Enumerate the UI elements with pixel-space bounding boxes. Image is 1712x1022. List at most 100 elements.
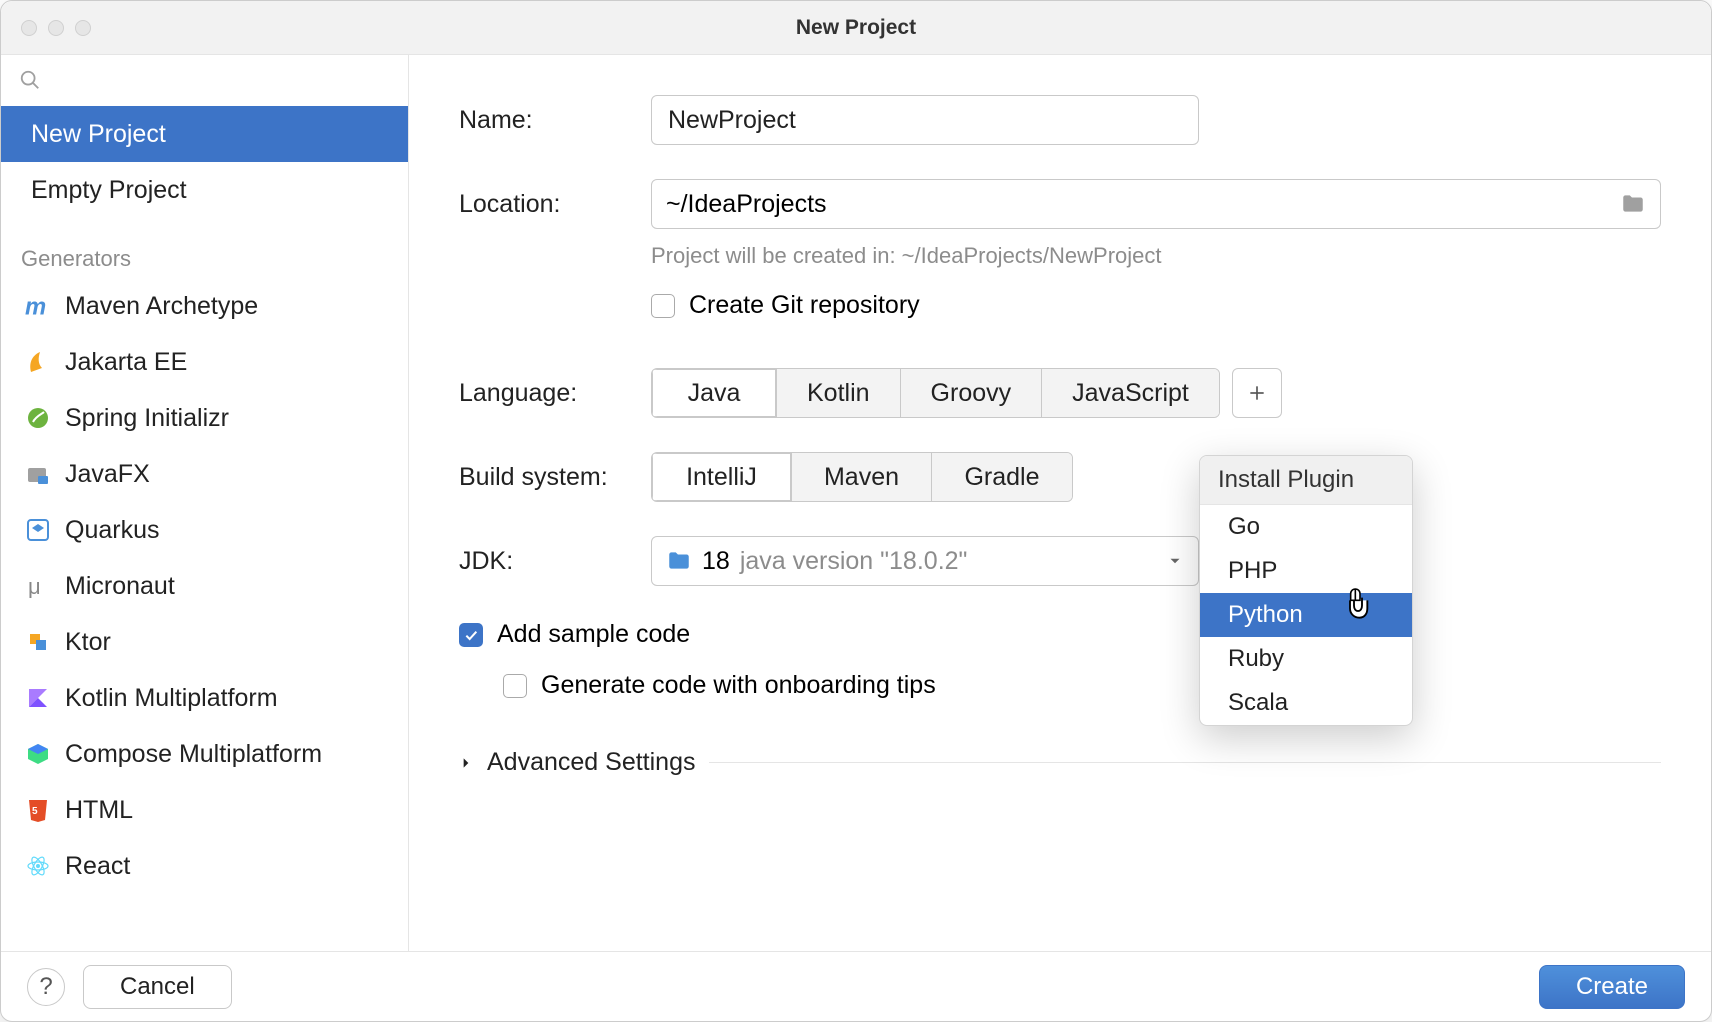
react-icon xyxy=(25,853,51,879)
generator-item-label: JavaFX xyxy=(65,460,384,489)
chevron-down-icon xyxy=(1166,552,1184,570)
generator-item-label: React xyxy=(65,852,384,881)
plugin-item-python[interactable]: Python xyxy=(1200,593,1412,637)
name-input[interactable] xyxy=(651,95,1199,145)
generator-item-label: Compose Multiplatform xyxy=(65,740,384,769)
generator-item-micronaut[interactable]: μ Micronaut xyxy=(1,558,408,614)
plugin-item-go[interactable]: Go xyxy=(1200,505,1412,549)
language-option-groovy[interactable]: Groovy xyxy=(901,369,1043,417)
main-panel: Name: Location: ~/IdeaProjects Project w… xyxy=(409,55,1711,951)
check-icon xyxy=(463,627,479,643)
generator-item-javafx[interactable]: JavaFX xyxy=(1,446,408,502)
minimize-window-button[interactable] xyxy=(48,20,64,36)
generator-item-label: Quarkus xyxy=(65,516,384,545)
build-system-row: Build system: IntelliJ Maven Gradle xyxy=(459,452,1661,502)
generator-item-maven-archetype[interactable]: m Maven Archetype xyxy=(1,278,408,334)
onboarding-tips-checkbox[interactable] xyxy=(503,674,527,698)
generator-item-label: HTML xyxy=(65,796,384,825)
advanced-settings-label: Advanced Settings xyxy=(487,748,695,777)
location-value: ~/IdeaProjects xyxy=(666,190,1620,219)
jdk-select[interactable]: 18 java version "18.0.2" xyxy=(651,536,1199,586)
onboarding-tips-label: Generate code with onboarding tips xyxy=(541,671,936,700)
divider xyxy=(709,762,1661,763)
cancel-button[interactable]: Cancel xyxy=(83,965,232,1009)
build-option-maven[interactable]: Maven xyxy=(792,453,932,501)
sidebar-item-empty-project[interactable]: Empty Project xyxy=(1,162,408,218)
kotlin-icon xyxy=(25,685,51,711)
location-hint: Project will be created in: ~/IdeaProjec… xyxy=(651,243,1661,269)
generator-item-spring-initializr[interactable]: Spring Initializr xyxy=(1,390,408,446)
window-controls xyxy=(1,20,91,36)
build-system-segmented: IntelliJ Maven Gradle xyxy=(651,452,1073,502)
create-git-label: Create Git repository xyxy=(689,291,920,320)
create-git-row[interactable]: Create Git repository xyxy=(651,291,1661,320)
install-plugin-popup: Install Plugin Go PHP Python Ruby Scala xyxy=(1199,455,1413,726)
generator-item-ktor[interactable]: Ktor xyxy=(1,614,408,670)
location-input[interactable]: ~/IdeaProjects xyxy=(651,179,1661,229)
spring-icon xyxy=(25,405,51,431)
build-option-intellij[interactable]: IntelliJ xyxy=(652,453,792,501)
generator-item-html[interactable]: 5 HTML xyxy=(1,782,408,838)
generator-item-react[interactable]: React xyxy=(1,838,408,894)
add-sample-code-row[interactable]: Add sample code xyxy=(459,620,1661,649)
generator-item-label: Jakarta EE xyxy=(65,348,384,377)
compose-icon xyxy=(25,741,51,767)
jakarta-icon xyxy=(25,349,51,375)
new-project-window: New Project New Project Empty Project Ge… xyxy=(0,0,1712,1022)
install-plugin-header: Install Plugin xyxy=(1200,456,1412,505)
add-language-button[interactable] xyxy=(1232,368,1282,418)
plugin-item-php[interactable]: PHP xyxy=(1200,549,1412,593)
plugin-item-ruby[interactable]: Ruby xyxy=(1200,637,1412,681)
language-option-java[interactable]: Java xyxy=(652,369,777,417)
generator-item-kotlin-multiplatform[interactable]: Kotlin Multiplatform xyxy=(1,670,408,726)
sidebar-item-new-project[interactable]: New Project xyxy=(1,106,408,162)
location-row: Location: ~/IdeaProjects xyxy=(459,179,1661,229)
svg-text:μ: μ xyxy=(28,574,41,598)
location-label: Location: xyxy=(459,190,651,219)
generator-item-label: Spring Initializr xyxy=(65,404,384,433)
sidebar-item-label: Empty Project xyxy=(31,176,187,205)
search-icon xyxy=(19,69,41,91)
close-window-button[interactable] xyxy=(21,20,37,36)
micronaut-icon: μ xyxy=(25,573,51,599)
jdk-label: JDK: xyxy=(459,547,651,576)
svg-text:m: m xyxy=(25,294,46,319)
onboarding-tips-row[interactable]: Generate code with onboarding tips xyxy=(503,671,1661,700)
language-option-javascript[interactable]: JavaScript xyxy=(1042,369,1219,417)
generator-item-quarkus[interactable]: Quarkus xyxy=(1,502,408,558)
maven-icon: m xyxy=(25,293,51,319)
sidebar: New Project Empty Project Generators m M… xyxy=(1,55,409,951)
create-git-checkbox[interactable] xyxy=(651,294,675,318)
search-input[interactable] xyxy=(1,55,408,106)
titlebar: New Project xyxy=(1,1,1711,55)
javafx-icon xyxy=(25,461,51,487)
window-title: New Project xyxy=(1,16,1711,40)
language-option-kotlin[interactable]: Kotlin xyxy=(777,369,901,417)
svg-text:5: 5 xyxy=(32,806,38,817)
generator-item-compose-multiplatform[interactable]: Compose Multiplatform xyxy=(1,726,408,782)
language-row: Language: Java Kotlin Groovy JavaScript xyxy=(459,368,1661,418)
zoom-window-button[interactable] xyxy=(75,20,91,36)
ktor-icon xyxy=(25,629,51,655)
plugin-item-scala[interactable]: Scala xyxy=(1200,681,1412,725)
add-sample-code-checkbox[interactable] xyxy=(459,623,483,647)
build-option-gradle[interactable]: Gradle xyxy=(932,453,1072,501)
language-label: Language: xyxy=(459,379,651,408)
name-row: Name: xyxy=(459,95,1661,145)
generator-item-label: Micronaut xyxy=(65,572,384,601)
sidebar-item-label: New Project xyxy=(31,120,166,149)
create-button[interactable]: Create xyxy=(1539,965,1685,1009)
folder-icon xyxy=(666,548,692,574)
folder-icon[interactable] xyxy=(1620,191,1646,217)
footer: ? Cancel Create xyxy=(1,951,1711,1021)
jdk-version-detail: java version "18.0.2" xyxy=(740,547,968,576)
advanced-settings-row[interactable]: Advanced Settings xyxy=(459,748,1661,777)
build-system-label: Build system: xyxy=(459,463,651,492)
generator-item-label: Ktor xyxy=(65,628,384,657)
quarkus-icon xyxy=(25,517,51,543)
name-label: Name: xyxy=(459,106,651,135)
jdk-row: JDK: 18 java version "18.0.2" xyxy=(459,536,1661,586)
generator-item-label: Kotlin Multiplatform xyxy=(65,684,384,713)
help-button[interactable]: ? xyxy=(27,968,65,1006)
generator-item-jakarta-ee[interactable]: Jakarta EE xyxy=(1,334,408,390)
